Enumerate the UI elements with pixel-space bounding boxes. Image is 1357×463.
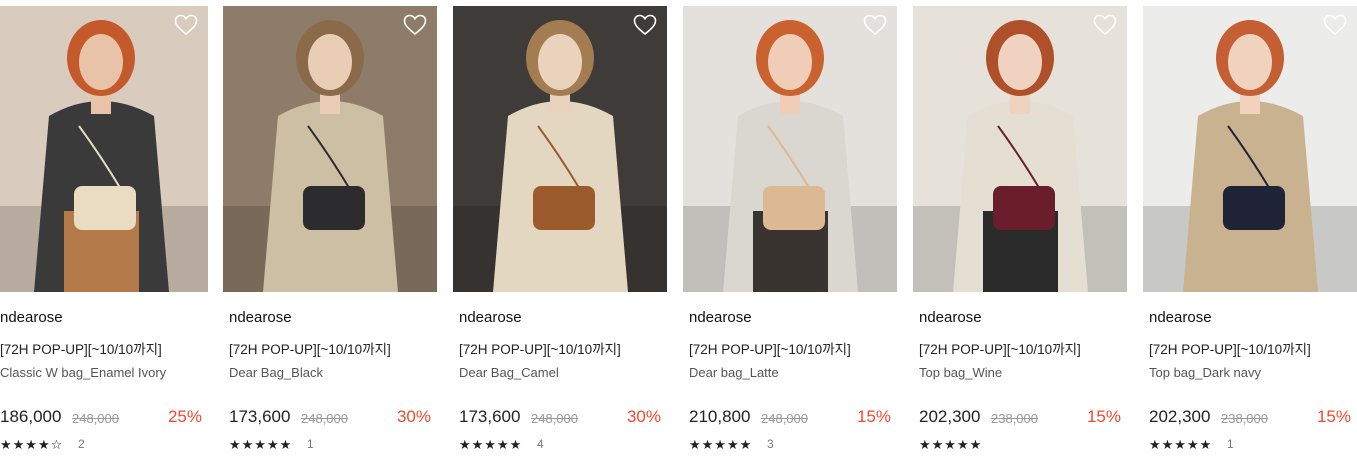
promo-label: [72H POP-UP][~10/10까지] [919, 342, 1081, 357]
heart-icon[interactable] [403, 14, 427, 36]
promo-label: [72H POP-UP][~10/10까지] [0, 342, 162, 357]
heart-icon[interactable] [863, 14, 887, 36]
original-price: 248,000 [531, 411, 578, 426]
sale-price: 202,300 [919, 407, 981, 426]
original-price: 238,000 [1221, 411, 1268, 426]
sale-price: 210,800 [689, 407, 751, 426]
product-image[interactable] [1143, 6, 1357, 292]
brand-name[interactable]: ndearose [919, 309, 982, 326]
product-image[interactable] [223, 6, 437, 292]
promo-label: [72H POP-UP][~10/10까지] [689, 342, 851, 357]
review-count: 1 [1227, 437, 1234, 451]
model-with-navy-bag [1143, 6, 1357, 292]
brand-name[interactable]: ndearose [0, 309, 63, 326]
discount-rate: 15% [856, 407, 891, 426]
original-price: 238,000 [991, 411, 1038, 426]
product-image[interactable] [913, 6, 1127, 292]
sale-price: 202,300 [1149, 407, 1211, 426]
star-icons: ★★★★☆ [0, 437, 64, 452]
discount-rate: 15% [1316, 407, 1351, 426]
promo-label: [72H POP-UP][~10/10까지] [229, 342, 391, 357]
model-with-latte-bag [683, 6, 897, 292]
model-with-camel-bag [453, 6, 667, 292]
product-image[interactable] [683, 6, 897, 292]
product-card[interactable]: ndearose [72H POP-UP][~10/10까지] Dear Bag… [223, 0, 437, 463]
star-icons: ★★★★★ [919, 437, 983, 452]
brand-name[interactable]: ndearose [459, 309, 522, 326]
sale-price: 173,600 [459, 407, 521, 426]
brand-name[interactable]: ndearose [689, 309, 752, 326]
product-card[interactable]: ndearose [72H POP-UP][~10/10까지] Dear Bag… [453, 0, 667, 463]
heart-icon[interactable] [1323, 14, 1347, 36]
discount-rate: 30% [626, 407, 661, 426]
sale-price: 173,600 [229, 407, 291, 426]
promo-label: [72H POP-UP][~10/10까지] [459, 342, 621, 357]
review-count: 2 [78, 437, 85, 451]
product-name[interactable]: Dear Bag_Camel [459, 365, 559, 380]
heart-icon[interactable] [174, 14, 198, 36]
review-count: 1 [307, 437, 314, 451]
star-icons: ★★★★★ [229, 437, 293, 452]
review-count: 4 [537, 437, 544, 451]
promo-label: [72H POP-UP][~10/10까지] [1149, 342, 1311, 357]
product-image[interactable] [0, 6, 208, 292]
heart-icon[interactable] [1093, 14, 1117, 36]
original-price: 248,000 [72, 411, 119, 426]
heart-icon[interactable] [633, 14, 657, 36]
product-card[interactable]: ndearose [72H POP-UP][~10/10까지] Top bag_… [1143, 0, 1357, 463]
discount-rate: 15% [1086, 407, 1121, 426]
product-card[interactable]: ndearose [72H POP-UP][~10/10까지] Top bag_… [913, 0, 1127, 463]
product-name[interactable]: Top bag_Dark navy [1149, 365, 1261, 380]
discount-rate: 30% [396, 407, 431, 426]
product-name[interactable]: Top bag_Wine [919, 365, 1002, 380]
brand-name[interactable]: ndearose [1149, 309, 1212, 326]
model-with-ivory-bag [0, 6, 208, 292]
product-name[interactable]: Classic W bag_Enamel Ivory [0, 365, 166, 380]
review-count: 3 [767, 437, 774, 451]
product-card[interactable]: ndearose [72H POP-UP][~10/10까지] Dear bag… [683, 0, 897, 463]
product-name[interactable]: Dear bag_Latte [689, 365, 779, 380]
product-card[interactable]: ndearose [72H POP-UP][~10/10까지] Classic … [0, 0, 208, 463]
model-with-black-bag [223, 6, 437, 292]
brand-name[interactable]: ndearose [229, 309, 292, 326]
sale-price: 186,000 [0, 407, 62, 426]
star-icons: ★★★★★ [689, 437, 753, 452]
discount-rate: 25% [167, 407, 202, 426]
product-image[interactable] [453, 6, 667, 292]
product-name[interactable]: Dear Bag_Black [229, 365, 323, 380]
original-price: 248,000 [761, 411, 808, 426]
model-with-wine-bag [913, 6, 1127, 292]
star-icons: ★★★★★ [459, 437, 523, 452]
star-icons: ★★★★★ [1149, 437, 1213, 452]
original-price: 248,000 [301, 411, 348, 426]
